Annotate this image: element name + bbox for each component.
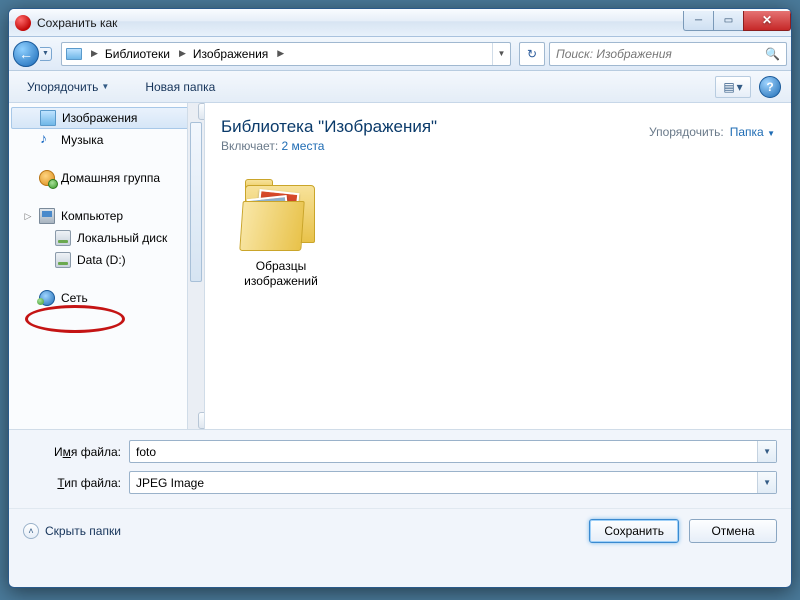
view-icon: ▤ — [723, 80, 734, 94]
scroll-up-button[interactable]: ▲ — [198, 103, 205, 120]
chevron-down-icon: ▼ — [767, 129, 775, 138]
chevron-down-icon[interactable]: ▼ — [763, 478, 771, 487]
navigation-pane: Изображения Музыка Домашняя группа ▷ Компьют… — [9, 103, 205, 429]
refresh-icon: ↻ — [527, 47, 537, 61]
arrange-by-dropdown[interactable]: Папка ▼ — [730, 125, 775, 139]
homegroup-icon — [39, 170, 55, 186]
dialog-footer: ˄ Скрыть папки Сохранить Отмена — [9, 508, 791, 552]
sidebar-item-music[interactable]: Музыка — [9, 129, 204, 151]
minimize-button[interactable]: ─ — [683, 11, 713, 31]
breadcrumb-root[interactable] — [62, 43, 90, 65]
folder-icon — [239, 181, 323, 253]
pictures-icon — [40, 110, 56, 126]
expand-icon[interactable]: ▷ — [23, 211, 33, 221]
scroll-thumb[interactable] — [190, 122, 202, 282]
toolbar: Упорядочить ▼ Новая папка ▤ ▾ ? — [9, 71, 791, 103]
filename-panel: Имя файла: foto ▼ Тип файла: JPEG Image … — [9, 429, 791, 508]
folder-label: Образцы изображений — [221, 259, 341, 289]
search-input[interactable]: Поиск: Изображения 🔍 — [549, 42, 787, 66]
opera-icon — [15, 15, 31, 31]
sidebar-item-label: Data (D:) — [77, 253, 126, 267]
network-icon — [39, 290, 55, 306]
content-pane: Библиотека "Изображения" Включает: 2 мес… — [205, 103, 791, 429]
help-button[interactable]: ? — [759, 76, 781, 98]
window-controls: ─ ▭ ✕ — [683, 11, 791, 31]
titlebar: Сохранить как ─ ▭ ✕ — [9, 9, 791, 37]
breadcrumb-dropdown[interactable]: ▼ — [492, 43, 510, 65]
sidebar-item-drive[interactable]: Локальный диск — [9, 227, 204, 249]
maximize-button[interactable]: ▭ — [713, 11, 743, 31]
sidebar-scrollbar[interactable]: ▲ ▼ — [187, 103, 204, 429]
close-button[interactable]: ✕ — [743, 11, 791, 31]
new-folder-button[interactable]: Новая папка — [137, 76, 223, 98]
computer-icon — [39, 208, 55, 224]
filetype-select[interactable]: JPEG Image ▼ — [129, 471, 777, 494]
library-icon — [66, 48, 82, 60]
window-title: Сохранить как — [37, 16, 683, 30]
search-icon: 🔍 — [765, 47, 780, 61]
filename-input[interactable]: foto ▼ — [129, 440, 777, 463]
save-as-dialog: Сохранить как ─ ▭ ✕ ← ▼ ▶ Библиотеки ▶ И… — [8, 8, 792, 588]
sidebar-item-homegroup[interactable]: Домашняя группа — [9, 167, 204, 189]
nav-history-dropdown[interactable]: ▼ — [40, 47, 52, 61]
sidebar-item-computer[interactable]: ▷ Компьютер — [9, 205, 204, 227]
breadcrumb-images[interactable]: Изображения — [187, 43, 276, 65]
chevron-right-icon[interactable]: ▶ — [276, 48, 285, 59]
hide-folders-button[interactable]: ˄ Скрыть папки — [23, 523, 121, 539]
chevron-up-icon: ˄ — [23, 523, 39, 539]
save-button[interactable]: Сохранить — [589, 519, 679, 543]
music-icon — [39, 132, 55, 148]
sidebar-item-label: Компьютер — [61, 209, 123, 223]
cancel-button[interactable]: Отмена — [689, 519, 777, 543]
sidebar-item-network[interactable]: Сеть — [9, 287, 204, 309]
chevron-right-icon[interactable]: ▶ — [90, 48, 99, 59]
filename-label: Имя файла: — [23, 445, 121, 459]
sidebar-item-label: Сеть — [61, 291, 88, 305]
sidebar-item-drive[interactable]: Data (D:) — [9, 249, 204, 271]
back-button[interactable]: ← ▼ — [13, 41, 39, 67]
breadcrumb-libraries[interactable]: Библиотеки — [99, 43, 178, 65]
sidebar-item-label: Домашняя группа — [61, 171, 160, 185]
sidebar-item-label: Локальный диск — [77, 231, 167, 245]
sidebar-item-label: Изображения — [62, 111, 137, 125]
drive-icon — [55, 230, 71, 246]
search-placeholder: Поиск: Изображения — [556, 47, 672, 61]
chevron-down-icon: ▼ — [101, 82, 109, 91]
library-subtitle: Включает: 2 места — [221, 139, 775, 153]
folder-item[interactable]: Образцы изображений — [221, 181, 341, 289]
organize-button[interactable]: Упорядочить ▼ — [19, 76, 117, 98]
scroll-down-button[interactable]: ▼ — [198, 412, 205, 429]
chevron-down-icon: ▾ — [737, 80, 743, 94]
navigation-bar: ← ▼ ▶ Библиотеки ▶ Изображения ▶ ▼ ↻ Пои… — [9, 37, 791, 71]
sidebar-item-label: Музыка — [61, 133, 103, 147]
drive-icon — [55, 252, 71, 268]
arrange-by: Упорядочить: Папка ▼ — [649, 125, 775, 139]
sidebar-item-pictures[interactable]: Изображения — [11, 107, 202, 129]
filetype-label: Тип файла: — [23, 476, 121, 490]
refresh-button[interactable]: ↻ — [519, 42, 545, 66]
view-options-button[interactable]: ▤ ▾ — [715, 76, 751, 98]
dialog-body: Изображения Музыка Домашняя группа ▷ Компьют… — [9, 103, 791, 429]
breadcrumb[interactable]: ▶ Библиотеки ▶ Изображения ▶ ▼ — [61, 42, 511, 66]
chevron-right-icon[interactable]: ▶ — [178, 48, 187, 59]
chevron-down-icon[interactable]: ▼ — [763, 447, 771, 456]
includes-link[interactable]: 2 места — [282, 139, 325, 153]
